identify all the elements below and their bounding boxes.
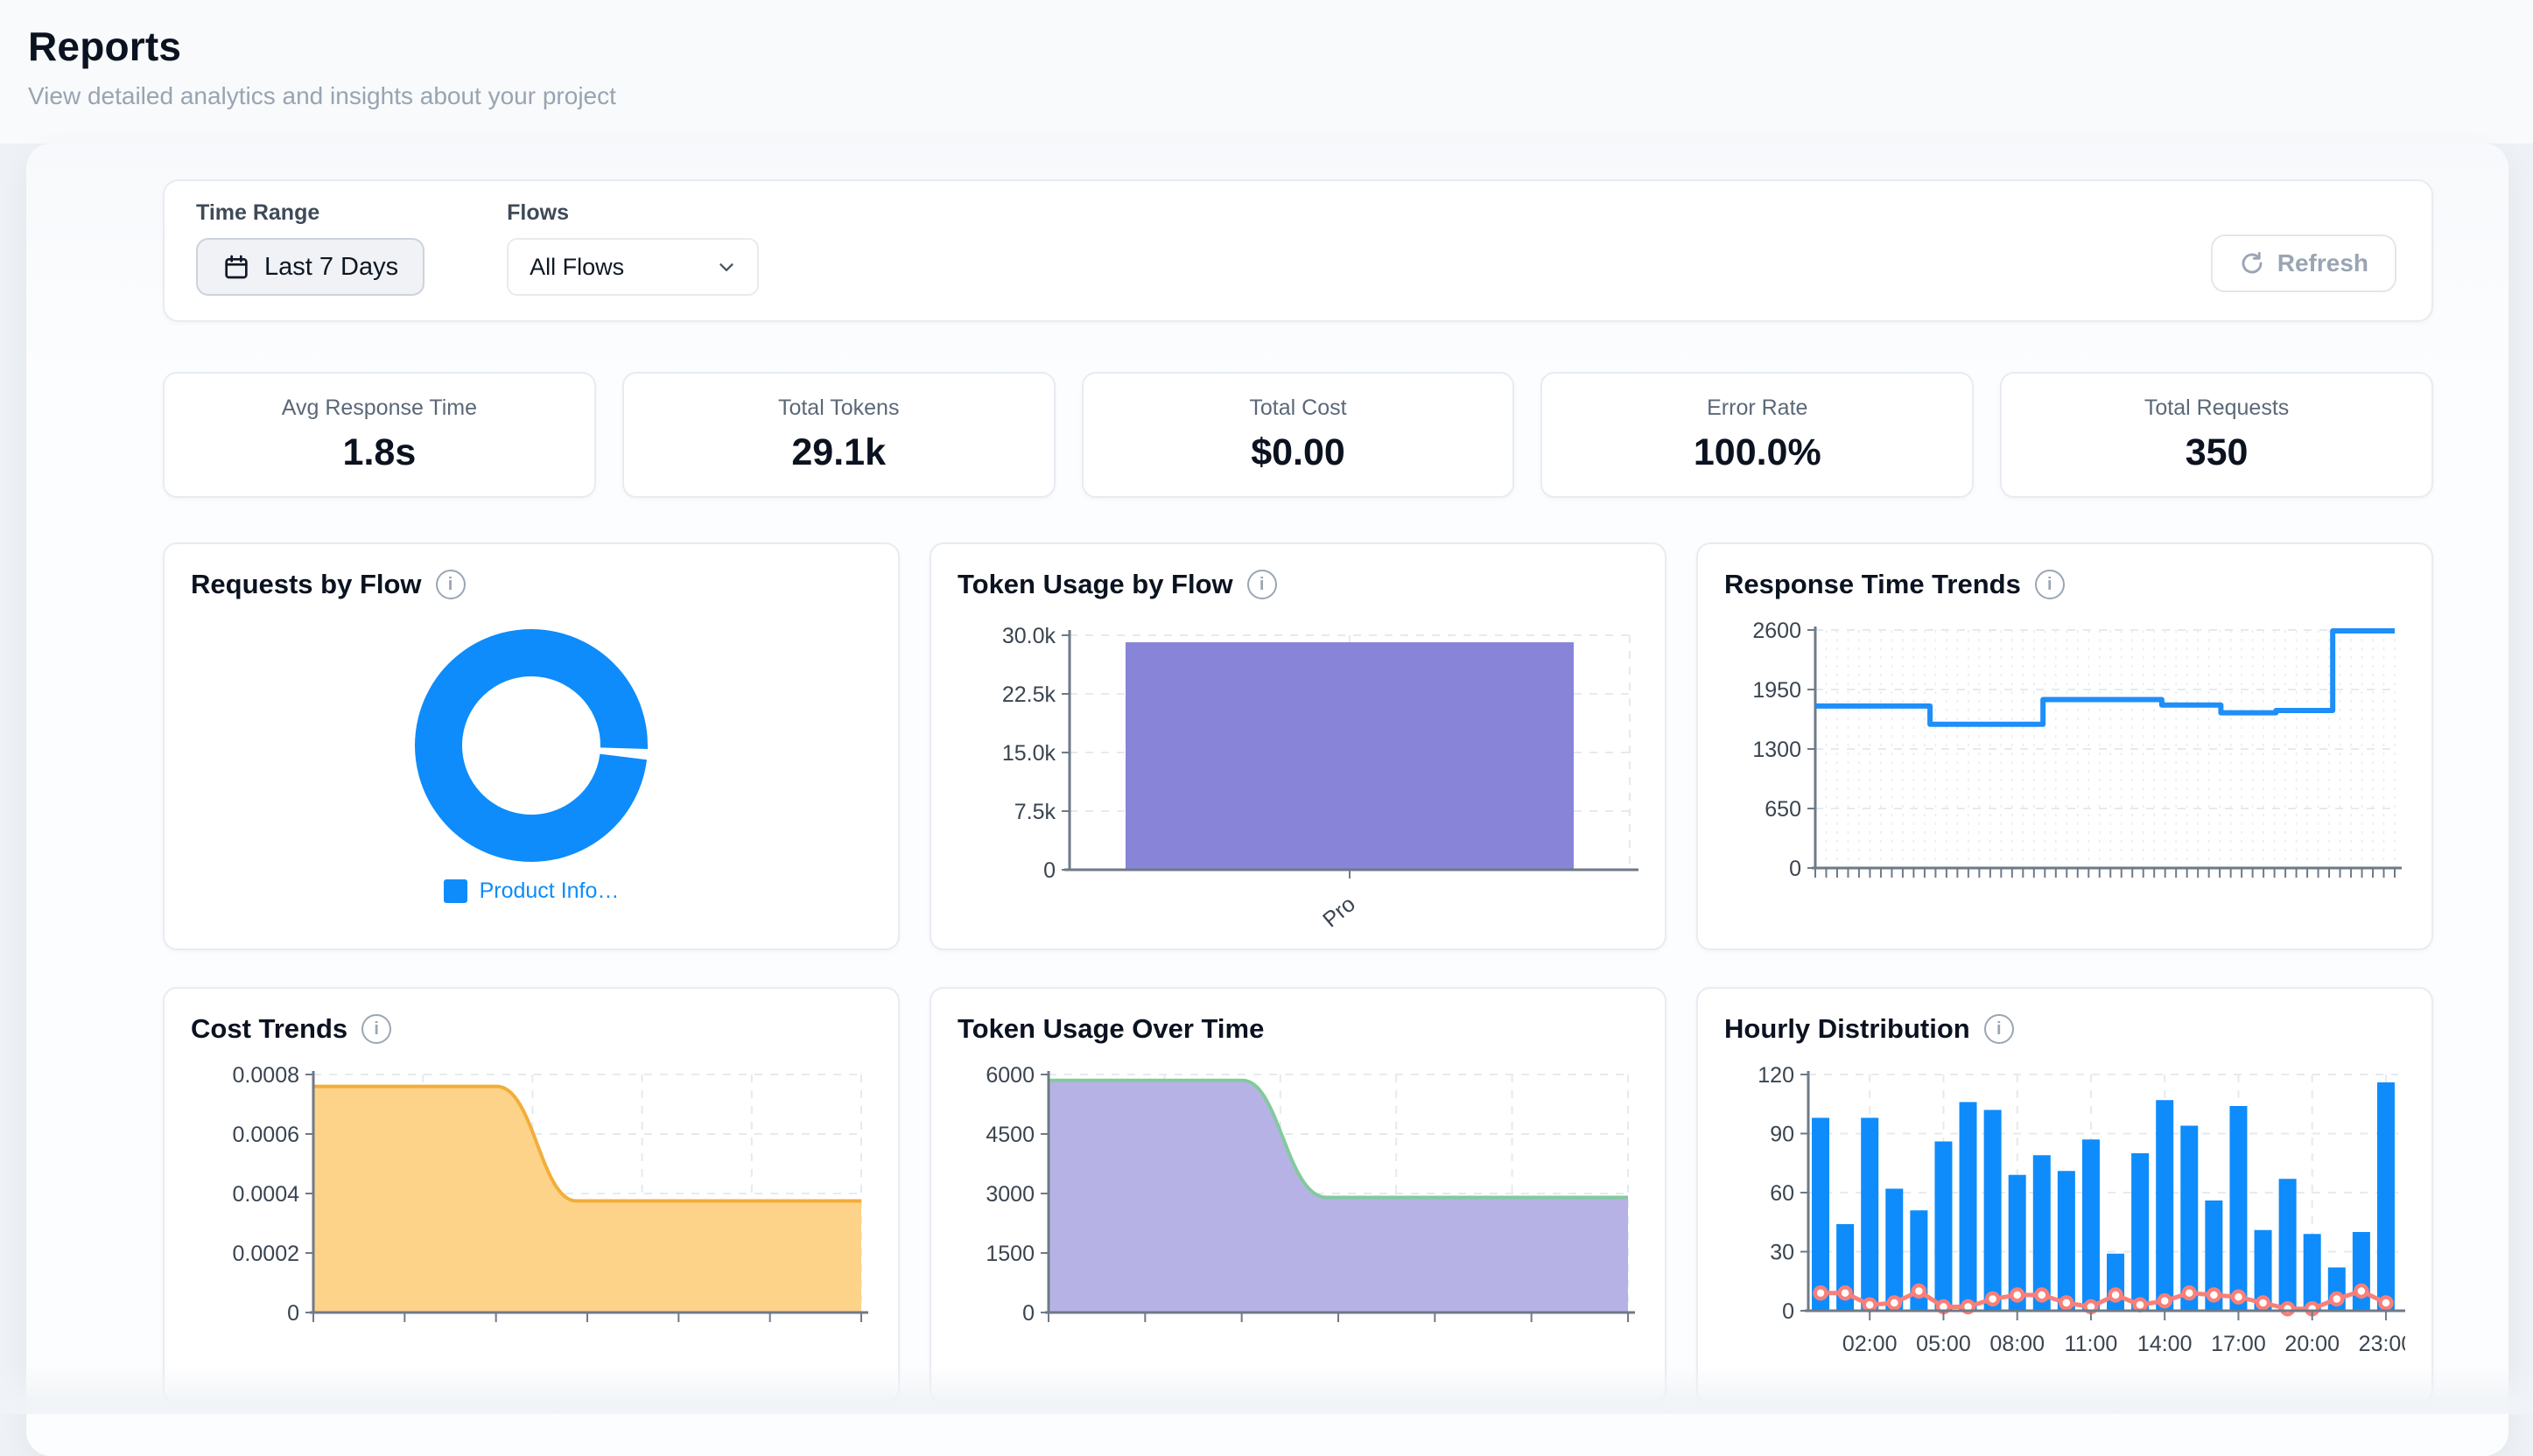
refresh-icon xyxy=(2239,250,2265,276)
stat-label: Total Tokens xyxy=(778,396,900,421)
flows-select[interactable]: All Flows xyxy=(507,238,759,296)
chart-card-hourly-distribution: Hourly Distribution i 0 30 60 90 120 02:00 05:… xyxy=(1696,987,2433,1404)
stat-card-total-tokens: Total Tokens 29.1k xyxy=(622,372,1056,498)
info-icon[interactable]: i xyxy=(1984,1014,2014,1044)
svg-text:0.0002: 0.0002 xyxy=(233,1242,299,1266)
chart-title: Token Usage Over Time xyxy=(958,1013,1264,1045)
svg-text:14:00: 14:00 xyxy=(2137,1332,2193,1356)
svg-text:0: 0 xyxy=(1022,1301,1035,1326)
stat-label: Total Cost xyxy=(1249,396,1346,421)
chevron-down-icon xyxy=(715,256,738,278)
info-icon[interactable]: i xyxy=(2035,570,2065,599)
page-header: Reports View detailed analytics and insi… xyxy=(0,0,2533,144)
stats-row: Avg Response Time 1.8s Total Tokens 29.1… xyxy=(163,372,2433,498)
requests-by-flow-donut-chart xyxy=(191,616,872,872)
info-icon[interactable]: i xyxy=(1247,570,1277,599)
page-title: Reports xyxy=(28,23,181,70)
svg-text:17:00: 17:00 xyxy=(2211,1332,2266,1356)
svg-text:02:00: 02:00 xyxy=(1842,1332,1898,1356)
chart-card-response-time-trends: Response Time Trends i 0 650 1300 1950 2600 xyxy=(1696,542,2433,950)
svg-text:1500: 1500 xyxy=(986,1242,1035,1266)
chart-title: Token Usage by Flow xyxy=(958,569,1233,600)
flows-group: Flows All Flows xyxy=(507,200,759,296)
chart-card-cost-trends: Cost Trends i 0 0.0002 0.0004 0.0006 0.0008 xyxy=(163,987,900,1404)
filter-bar: Time Range Last 7 Days Flows All Flows xyxy=(163,179,2433,322)
svg-text:0: 0 xyxy=(287,1301,299,1326)
stat-value: 100.0% xyxy=(1694,431,1821,474)
stat-value: $0.00 xyxy=(1251,431,1345,474)
svg-text:Pro: Pro xyxy=(1318,892,1360,931)
svg-text:4500: 4500 xyxy=(986,1123,1035,1147)
svg-text:23:00: 23:00 xyxy=(2359,1332,2405,1356)
svg-text:20:00: 20:00 xyxy=(2284,1332,2340,1356)
chart-card-token-usage-over-time: Token Usage Over Time 0 1500 3000 4500 6000 xyxy=(930,987,1666,1404)
svg-text:3000: 3000 xyxy=(986,1182,1035,1207)
svg-text:0: 0 xyxy=(1043,858,1056,883)
chart-title: Response Time Trends xyxy=(1724,569,2021,600)
svg-text:0.0008: 0.0008 xyxy=(233,1063,299,1088)
chart-title: Requests by Flow xyxy=(191,569,422,600)
svg-text:08:00: 08:00 xyxy=(1989,1332,2045,1356)
cost-trends-area-chart: 0 0.0002 0.0004 0.0006 0.0008 xyxy=(191,1060,872,1358)
stat-card-avg-response-time: Avg Response Time 1.8s xyxy=(163,372,596,498)
flows-select-value: All Flows xyxy=(530,254,624,281)
svg-text:120: 120 xyxy=(1758,1063,1794,1088)
stat-value: 1.8s xyxy=(343,431,417,474)
legend-label: Product Info… xyxy=(480,878,620,904)
main-panel: Time Range Last 7 Days Flows All Flows xyxy=(26,144,2508,1456)
svg-text:1300: 1300 xyxy=(1752,738,1801,762)
svg-text:1950: 1950 xyxy=(1752,678,1801,703)
stat-card-error-rate: Error Rate 100.0% xyxy=(1540,372,1974,498)
svg-text:0: 0 xyxy=(1789,857,1801,881)
stat-card-total-requests: Total Requests 350 xyxy=(2000,372,2433,498)
stat-value: 350 xyxy=(2186,431,2249,474)
chart-legend[interactable]: Product Info… xyxy=(191,878,872,904)
svg-text:11:00: 11:00 xyxy=(2065,1332,2118,1356)
token-usage-over-time-area-chart: 0 1500 3000 4500 6000 xyxy=(958,1060,1638,1358)
svg-text:6000: 6000 xyxy=(986,1063,1035,1088)
calendar-icon xyxy=(222,253,250,281)
time-range-value: Last 7 Days xyxy=(264,253,398,282)
refresh-button[interactable]: Refresh xyxy=(2211,234,2396,292)
stat-value: 29.1k xyxy=(791,431,886,474)
svg-text:0: 0 xyxy=(1782,1299,1794,1324)
svg-text:60: 60 xyxy=(1770,1181,1794,1206)
stat-card-total-cost: Total Cost $0.00 xyxy=(1082,372,1515,498)
chart-title: Hourly Distribution xyxy=(1724,1013,1970,1045)
stat-label: Total Requests xyxy=(2144,396,2289,421)
svg-text:30.0k: 30.0k xyxy=(1002,624,1056,648)
info-icon[interactable]: i xyxy=(361,1014,391,1044)
hourly-distribution-bar-chart: 0 30 60 90 120 02:00 05:00 08:00 11:00 14:00 17:00… xyxy=(1724,1060,2405,1386)
time-range-button[interactable]: Last 7 Days xyxy=(196,238,425,296)
svg-text:15.0k: 15.0k xyxy=(1002,741,1056,766)
svg-text:30: 30 xyxy=(1770,1241,1794,1265)
chart-title: Cost Trends xyxy=(191,1013,347,1045)
charts-row-2: Cost Trends i 00.00020.00040.00060.0008 … xyxy=(163,987,2433,1404)
svg-text:90: 90 xyxy=(1770,1123,1794,1147)
refresh-label: Refresh xyxy=(2277,249,2368,277)
svg-text:05:00: 05:00 xyxy=(1916,1332,1971,1356)
svg-text:22.5k: 22.5k xyxy=(1002,682,1056,707)
time-range-label: Time Range xyxy=(196,200,425,226)
response-time-trends-line-chart: 0 650 1300 1950 2600 xyxy=(1724,616,2405,914)
svg-text:650: 650 xyxy=(1765,797,1801,822)
token-usage-by-flow-bar-chart: 0 7.5k 15.0k 22.5k 30.0k Pro xyxy=(958,616,1638,931)
chart-card-requests-by-flow: Requests by Flow i Product Info… xyxy=(163,542,900,950)
svg-text:2600: 2600 xyxy=(1752,619,1801,643)
legend-swatch xyxy=(444,879,467,903)
stat-label: Avg Response Time xyxy=(282,396,477,421)
flows-label: Flows xyxy=(507,200,759,226)
page-subtitle: View detailed analytics and insights abo… xyxy=(28,82,616,110)
svg-text:0.0006: 0.0006 xyxy=(233,1123,299,1147)
svg-text:0.0004: 0.0004 xyxy=(233,1182,300,1207)
time-range-group: Time Range Last 7 Days xyxy=(196,200,425,296)
stat-label: Error Rate xyxy=(1707,396,1807,421)
svg-text:7.5k: 7.5k xyxy=(1014,800,1056,824)
charts-row-1: Requests by Flow i Product Info… Token U… xyxy=(163,542,2433,950)
info-icon[interactable]: i xyxy=(436,570,466,599)
chart-card-token-usage-by-flow: Token Usage by Flow i 0 7.5k 15.0k 22.5k 30.… xyxy=(930,542,1666,950)
